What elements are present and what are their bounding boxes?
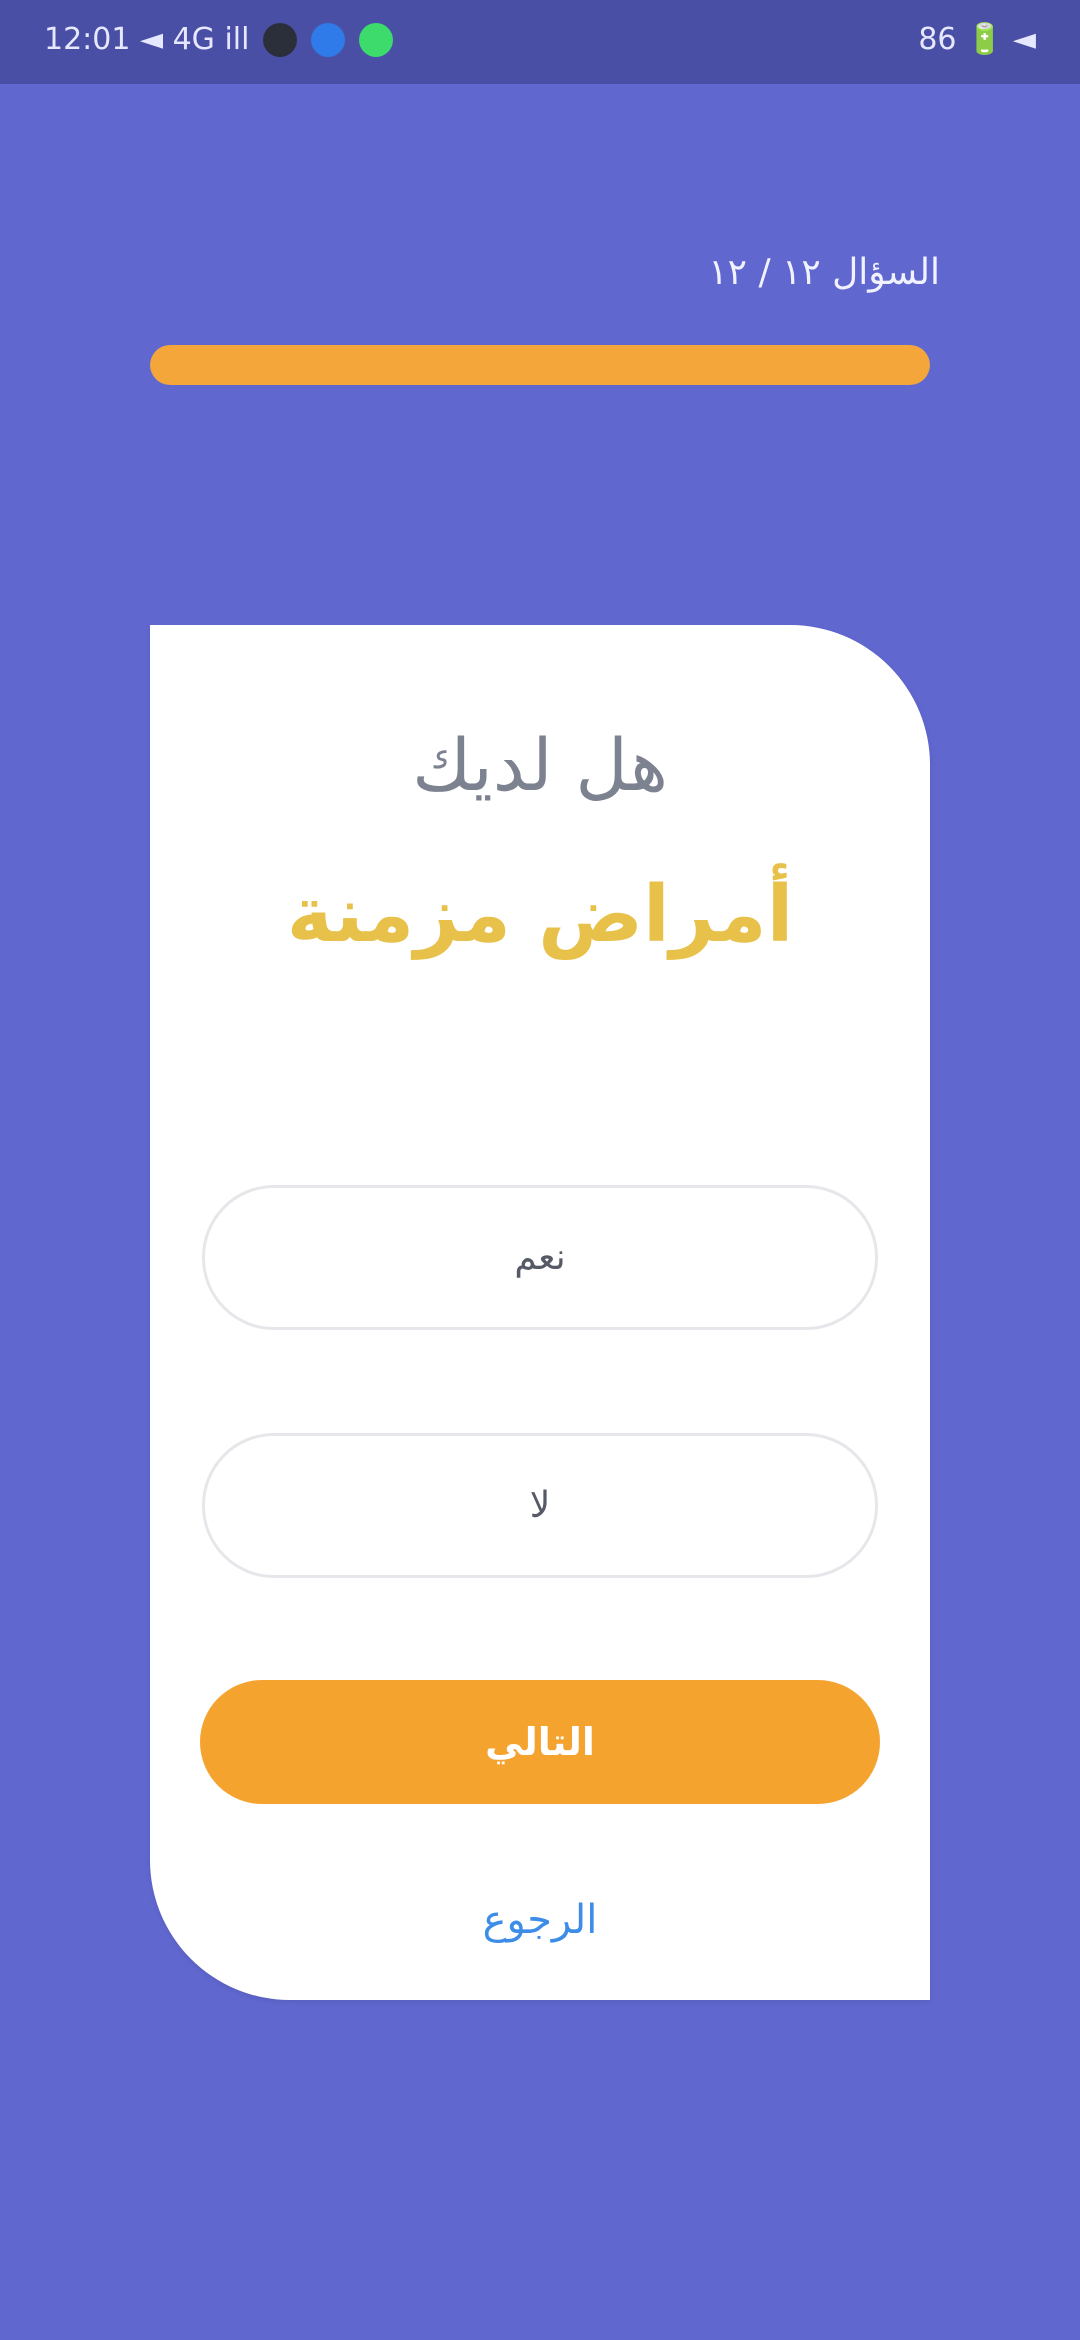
status-time: 12:01 ◄ 4G ill (44, 22, 250, 57)
status-bar: 12:01 ◄ 4G ill 86 🔋 ◄ (0, 0, 1080, 84)
option-yes-label: نعم (514, 1237, 566, 1278)
question-subtitle: أمراض مزمنة (286, 870, 794, 960)
back-link[interactable]: الرجوع (150, 1897, 930, 1943)
battery-indicator: 86 🔋 ◄ (918, 22, 1036, 57)
progress-fill (150, 345, 930, 385)
step-counter: السؤال ١٢ / ١٢ (708, 252, 940, 293)
chat-icon (359, 22, 394, 57)
next-button[interactable]: التالي (200, 1680, 880, 1804)
app-screen: 12:01 ◄ 4G ill 86 🔋 ◄ السؤال ١٢ / ١٢ هل … (0, 0, 1080, 2340)
question-card: هل لديك أمراض مزمنة نعم لا التالي الرجوع (150, 625, 930, 2000)
progress-bar (150, 345, 930, 385)
notification-icon (263, 22, 298, 57)
option-no-button[interactable]: لا (202, 1433, 878, 1578)
option-yes-button[interactable]: نعم (202, 1185, 878, 1330)
option-no-label: لا (529, 1485, 551, 1526)
app-icon (311, 22, 346, 57)
status-left: 12:01 ◄ 4G ill (44, 22, 394, 57)
question-title: هل لديك (412, 723, 668, 807)
